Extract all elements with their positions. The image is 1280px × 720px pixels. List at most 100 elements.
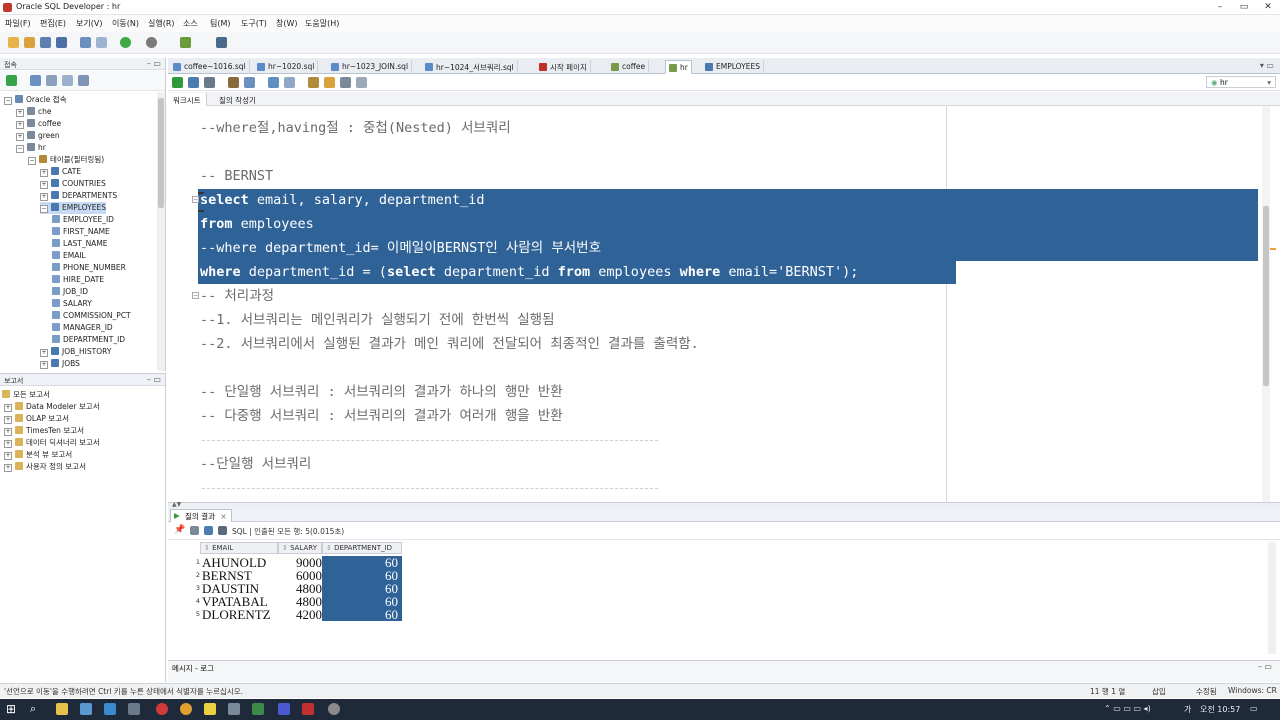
- taskbar-app-icon[interactable]: [128, 703, 140, 715]
- windows-start-icon[interactable]: ⊞: [6, 702, 16, 716]
- run-script-icon[interactable]: [188, 77, 199, 88]
- tab-hr[interactable]: hr: [665, 60, 692, 74]
- report-item[interactable]: + OLAP 보고서: [4, 413, 69, 425]
- panel-minimize-icon[interactable]: – ▭: [147, 59, 161, 68]
- tree-item[interactable]: + coffee: [16, 118, 61, 130]
- expand-toggle-icon[interactable]: +: [40, 349, 48, 357]
- sql-editor[interactable]: − − --where절,having절 : 중첩(Nested) 서브쿼리 --…: [168, 106, 1268, 502]
- report-item[interactable]: + 사용자 정의 보고서: [4, 461, 86, 473]
- expand-toggle-icon[interactable]: +: [40, 193, 48, 201]
- tree-item[interactable]: COMMISSION_PCT: [52, 310, 131, 322]
- tab-hr-1024-subquery[interactable]: hr~1024_서브쿼리.sql: [422, 60, 518, 74]
- oracle-sql-developer-icon[interactable]: [302, 703, 314, 715]
- column-header-email[interactable]: ⇕ EMAIL: [200, 542, 278, 554]
- tab-coffee-1016[interactable]: coffee~1016.sql: [170, 60, 250, 74]
- tree-item[interactable]: EMPLOYEE_ID: [52, 214, 114, 226]
- expand-toggle-icon[interactable]: −: [16, 145, 24, 153]
- code-line[interactable]: -- 다중행 서브쿼리 : 서브쿼리의 결과가 여러개 행을 반환: [200, 404, 563, 428]
- editor-scroll-thumb[interactable]: [1263, 206, 1269, 386]
- debug-icon[interactable]: [216, 37, 227, 48]
- collapse-icon[interactable]: [78, 75, 89, 86]
- expand-toggle-icon[interactable]: −: [4, 97, 12, 105]
- undo-icon[interactable]: [80, 37, 91, 48]
- menu-help[interactable]: 도움말(H): [305, 18, 339, 29]
- tree-item[interactable]: − Oracle 접속: [4, 94, 67, 106]
- taskbar-app-icon[interactable]: [328, 703, 340, 715]
- subtab-worksheet[interactable]: 워크시트: [168, 93, 207, 106]
- code-line[interactable]: --where department_id= 이메일이BERNST인 사람의 부…: [200, 236, 601, 260]
- schema-browser-icon[interactable]: [62, 75, 73, 86]
- ime-indicator[interactable]: 가: [1184, 704, 1191, 715]
- taskbar-app-icon[interactable]: [228, 703, 240, 715]
- taskbar-app-icon[interactable]: [80, 703, 92, 715]
- fold-toggle-icon[interactable]: −: [192, 292, 199, 299]
- autotrace-icon[interactable]: [268, 77, 279, 88]
- column-header-salary[interactable]: ⇕ SALARY: [278, 542, 322, 554]
- code-line[interactable]: --2. 서브쿼리에서 실행된 결과가 메인 쿼리에 전달되어 최종적인 결과를…: [200, 332, 699, 356]
- taskbar-app-icon[interactable]: [156, 703, 168, 715]
- code-line[interactable]: -- 단일행 서브쿼리 : 서브쿼리의 결과가 하나의 행만 반환: [200, 380, 563, 404]
- subtab-query-builder[interactable]: 질의 작성기: [214, 93, 261, 106]
- splitter-arrows-icon[interactable]: ▲▼: [172, 501, 181, 508]
- expand-toggle-icon[interactable]: +: [4, 440, 12, 448]
- code-line[interactable]: from employees: [200, 212, 314, 236]
- menu-edit[interactable]: 편집(E): [40, 18, 66, 29]
- tree-item[interactable]: MANAGER_ID: [52, 322, 113, 334]
- report-item[interactable]: + 데이터 딕셔너리 보고서: [4, 437, 100, 449]
- column-header-department-id[interactable]: ⇕ DEPARTMENT_ID: [322, 542, 402, 554]
- menu-source[interactable]: 소스: [183, 18, 198, 29]
- tree-item[interactable]: + DEPARTMENTS: [40, 190, 117, 202]
- message-log-tab[interactable]: 메시지 - 로그: [172, 663, 214, 674]
- menu-team[interactable]: 팀(M): [210, 18, 231, 29]
- tab-hr-1023-join[interactable]: hr~1023_JOIN.sql: [328, 60, 413, 74]
- save-all-icon[interactable]: [56, 37, 67, 48]
- tree-item[interactable]: + JOBS: [40, 358, 80, 370]
- run-statement-icon[interactable]: [172, 77, 183, 88]
- tab-start-page[interactable]: 시작 페이지: [536, 60, 591, 74]
- expand-toggle-icon[interactable]: −: [40, 205, 48, 213]
- expand-toggle-icon[interactable]: +: [40, 361, 48, 369]
- tree-item[interactable]: HIRE_DATE: [52, 274, 104, 286]
- taskbar-app-icon[interactable]: [104, 703, 116, 715]
- table-cell[interactable]: 60: [322, 608, 402, 621]
- format-icon[interactable]: [308, 77, 319, 88]
- tree-item[interactable]: SALARY: [52, 298, 92, 310]
- clock[interactable]: 오전 10:57: [1200, 704, 1240, 715]
- new-icon[interactable]: [8, 37, 19, 48]
- search-icon[interactable]: ⌕: [30, 702, 36, 716]
- code-line[interactable]: --where절,having절 : 중첩(Nested) 서브쿼리: [200, 116, 511, 140]
- expand-toggle-icon[interactable]: +: [16, 121, 24, 129]
- tree-item[interactable]: + che: [16, 106, 52, 118]
- expand-toggle-icon[interactable]: +: [16, 133, 24, 141]
- system-tray-icons[interactable]: ⌃ ▭ ▭ ▭ ◂): [1104, 704, 1151, 713]
- report-item[interactable]: + TimesTen 보고서: [4, 425, 84, 437]
- expand-toggle-icon[interactable]: +: [4, 452, 12, 460]
- code-line[interactable]: --1. 서브쿼리는 메인쿼리가 실행되기 전에 한번씩 실행됨: [200, 308, 555, 332]
- expand-toggle-icon[interactable]: +: [4, 404, 12, 412]
- editor-scrollbar[interactable]: [1262, 106, 1270, 502]
- expand-toggle-icon[interactable]: +: [16, 109, 24, 117]
- clear-icon[interactable]: [324, 77, 335, 88]
- redo-icon[interactable]: [96, 37, 107, 48]
- taskbar-app-icon[interactable]: [252, 703, 264, 715]
- tree-scrollbar[interactable]: [157, 92, 165, 371]
- menu-run[interactable]: 실행(R): [148, 18, 175, 29]
- tab-list-icon[interactable]: ▾ ▭: [1260, 61, 1274, 70]
- menu-tools[interactable]: 도구(T): [241, 18, 267, 29]
- code-line[interactable]: where department_id = (select department…: [200, 260, 858, 284]
- menu-navigate[interactable]: 이동(N): [112, 18, 139, 29]
- refresh-results-icon[interactable]: [204, 526, 213, 535]
- tree-item[interactable]: PHONE_NUMBER: [52, 262, 126, 274]
- chrome-icon[interactable]: [180, 703, 192, 715]
- minimize-button[interactable]: –: [1208, 1, 1232, 14]
- commit-icon[interactable]: [204, 77, 215, 88]
- refresh-icon[interactable]: [30, 75, 41, 86]
- tree-item[interactable]: − 테이블(필터링됨): [28, 154, 104, 166]
- tuning-icon[interactable]: [284, 77, 295, 88]
- sql-worksheet-icon[interactable]: [180, 37, 191, 48]
- report-item[interactable]: + 분석 뷰 보고서: [4, 449, 72, 461]
- pin-icon[interactable]: 📌: [174, 525, 185, 535]
- table-cell[interactable]: DLORENTZ: [202, 608, 278, 621]
- results-grid[interactable]: ⇕ EMAIL ⇕ SALARY ⇕ DEPARTMENT_ID 1 AHUNOL…: [168, 540, 1280, 658]
- forward-icon[interactable]: [146, 37, 157, 48]
